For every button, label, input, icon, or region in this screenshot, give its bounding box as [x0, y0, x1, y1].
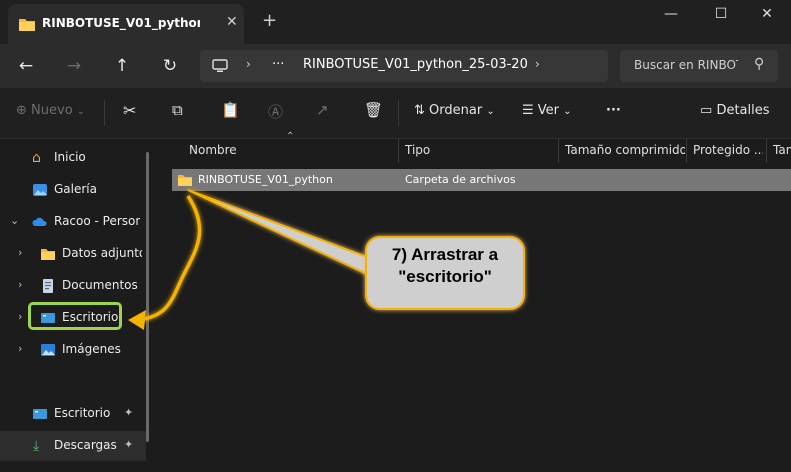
drag-arrowhead	[128, 310, 146, 330]
target-highlight-box	[28, 302, 122, 330]
callout-line-1: 7) Arrastrar a	[391, 245, 499, 264]
callout-pointer	[187, 189, 386, 284]
callout-text: 7) Arrastrar a "escritorio"	[370, 244, 520, 288]
drag-arrow	[137, 195, 202, 322]
tutorial-annotation	[128, 189, 525, 330]
callout-line-2: "escritorio"	[398, 267, 492, 286]
